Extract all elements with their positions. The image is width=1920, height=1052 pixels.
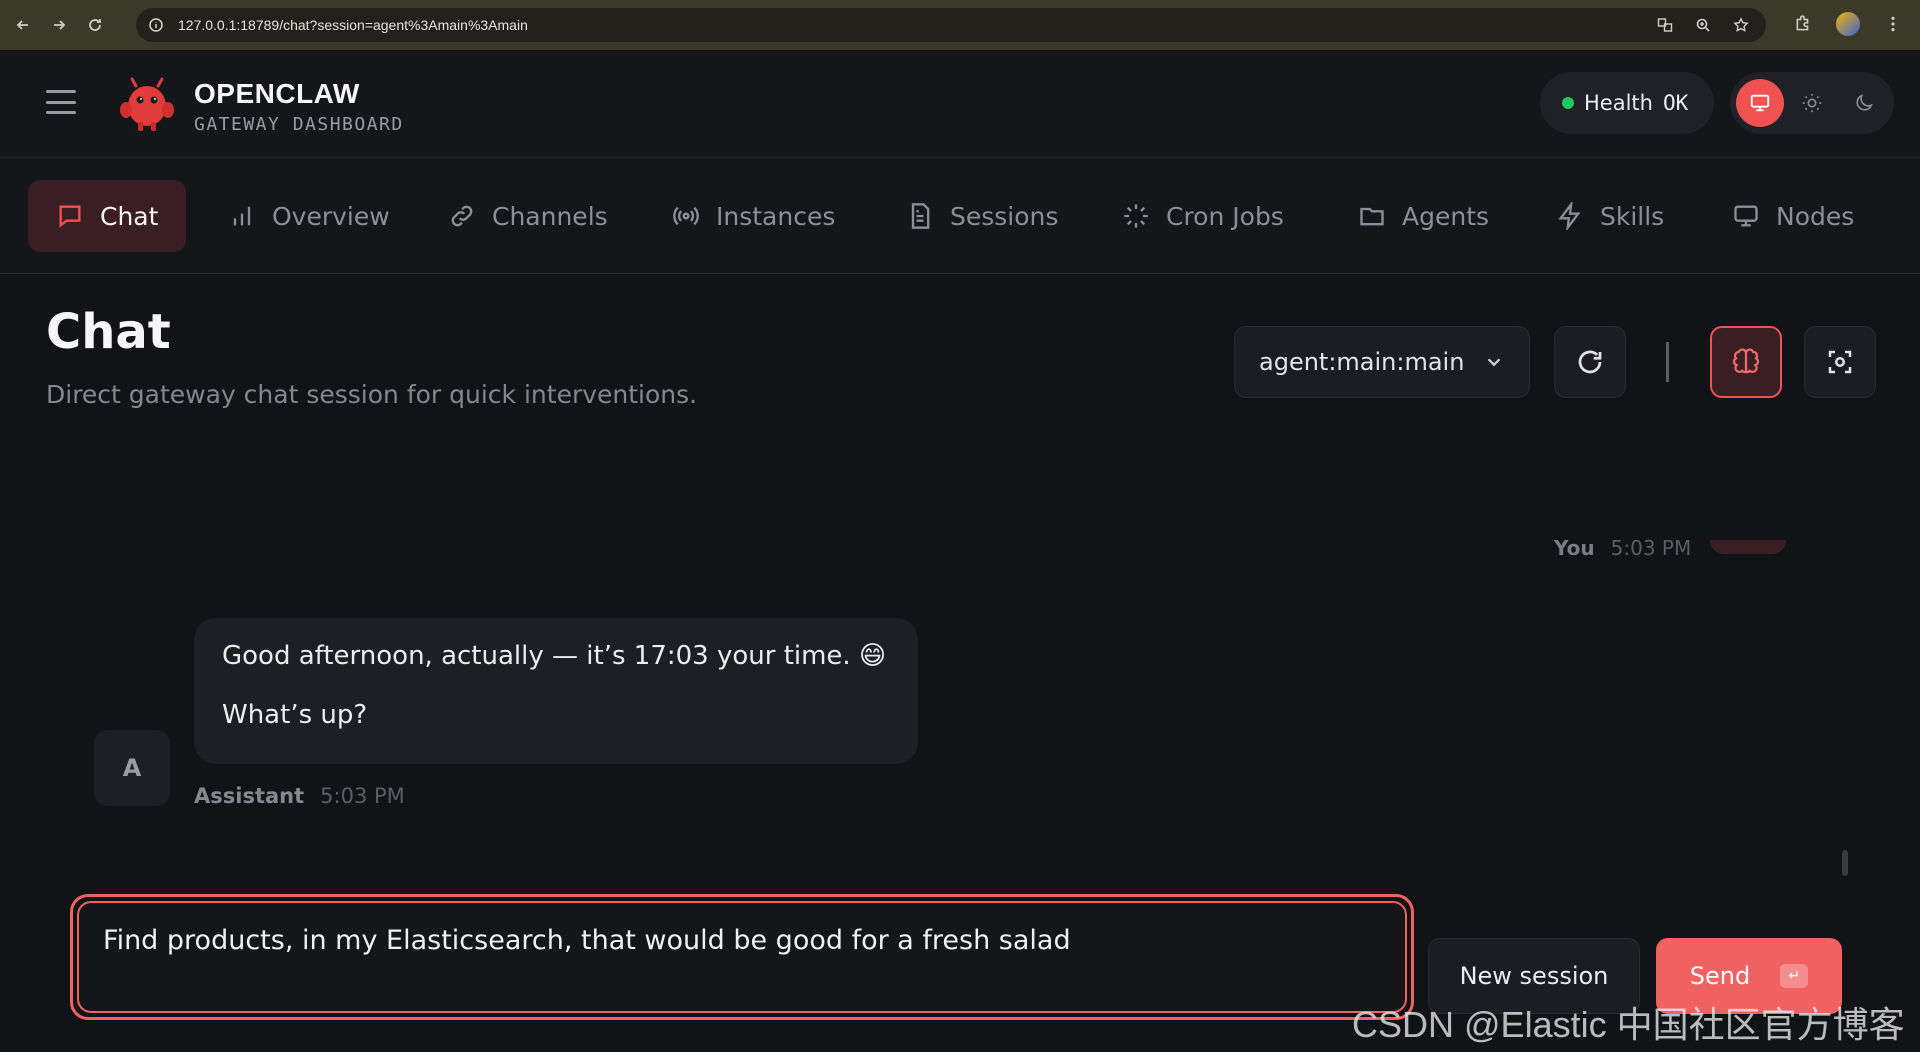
folder-icon (1360, 207, 1384, 226)
page-subtitle: Direct gateway chat session for quick in… (46, 380, 698, 409)
tab-instances[interactable]: Instances (644, 180, 863, 252)
composer-focus-ring: Find products, in my Elasticsearch, that… (70, 894, 1414, 1020)
monitor-theme-icon[interactable] (1736, 79, 1784, 127)
zoom-icon[interactable] (1692, 14, 1714, 36)
address-bar[interactable]: 127.0.0.1:18789/chat?session=agent%3Amai… (136, 8, 1766, 42)
tab-label: Overview (272, 201, 390, 231)
tab-label: Skills (1600, 201, 1665, 231)
message-input[interactable]: Find products, in my Elasticsearch, that… (77, 901, 1407, 1013)
assistant-message-line: What’s up? (222, 699, 368, 730)
site-info-icon[interactable] (146, 15, 166, 35)
user-time: 5:03 PM (1610, 536, 1692, 560)
monitor-icon (1734, 205, 1758, 227)
tab-label: Instances (716, 201, 836, 231)
menu-icon[interactable] (46, 90, 76, 114)
assistant-message-line: Good afternoon, actually — it’s 17:03 yo… (222, 641, 887, 671)
health-dot-icon (1562, 97, 1574, 109)
document-icon (911, 203, 930, 229)
tab-sessions[interactable]: Sessions (878, 180, 1086, 252)
bookmark-star-icon[interactable] (1730, 14, 1752, 36)
tab-label: Agents (1402, 201, 1490, 231)
tab-label: Cron Jobs (1166, 201, 1284, 231)
assistant-message-meta: Assistant 5:03 PM (194, 784, 405, 808)
more-menu-icon[interactable] (1880, 11, 1906, 37)
chat-bubble-icon (59, 205, 81, 228)
user-message-meta: You 5:03 PM (1554, 536, 1691, 560)
url-text[interactable]: 127.0.0.1:18789/chat?session=agent%3Amai… (178, 17, 528, 33)
tab-agents[interactable]: Agents (1330, 180, 1517, 252)
focus-mode-button[interactable] (1804, 326, 1876, 398)
back-icon[interactable] (10, 12, 36, 38)
tab-channels[interactable]: Channels (420, 180, 636, 252)
tab-cron-jobs[interactable]: Cron Jobs (1094, 180, 1312, 252)
refresh-button[interactable] (1554, 326, 1626, 398)
broadcast-icon (673, 206, 699, 226)
assistant-avatar: A (94, 730, 170, 806)
tab-label: Sessions (950, 201, 1059, 231)
enter-key-icon: ↵ (1780, 964, 1809, 988)
session-select-value: agent:main:main (1259, 348, 1465, 376)
focus-icon (1828, 350, 1852, 374)
assistant-time: 5:03 PM (320, 784, 405, 808)
session-select[interactable]: agent:main:main (1234, 326, 1530, 398)
brain-icon (1732, 348, 1760, 374)
loader-icon (1124, 204, 1148, 228)
translate-icon[interactable] (1654, 14, 1676, 36)
link-icon (451, 205, 473, 227)
assistant-message-bubble: Good afternoon, actually — it’s 17:03 yo… (194, 618, 918, 764)
forward-icon[interactable] (46, 12, 72, 38)
tab-nodes[interactable]: Nodes (1704, 180, 1882, 252)
tab-overview[interactable]: Overview (200, 180, 418, 252)
watermark: CSDN @Elastic 中国社区官方博客 (1352, 1004, 1905, 1045)
tab-label: Chat (100, 201, 159, 231)
profile-avatar-icon[interactable] (1836, 12, 1860, 36)
browser-toolbar: 127.0.0.1:18789/chat?session=agent%3Amai… (0, 0, 1920, 50)
lightning-icon (1558, 202, 1581, 230)
health-label: Health (1584, 91, 1653, 115)
tab-chat[interactable]: Chat (28, 180, 187, 252)
reload-icon[interactable] (82, 12, 108, 38)
health-value: OK (1662, 91, 1689, 115)
send-label: Send (1689, 962, 1751, 990)
app-header: OPENCLAW GATEWAY DASHBOARD Health OK (0, 50, 1920, 158)
tab-skills[interactable]: Skills (1528, 180, 1692, 252)
bar-chart-icon (233, 206, 251, 226)
chat-scrollbar[interactable] (1842, 850, 1848, 876)
user-message-bubble (1710, 540, 1786, 554)
health-status-badge: Health OK (1540, 72, 1714, 134)
tab-label: Channels (492, 201, 608, 231)
assistant-name: Assistant (194, 784, 305, 808)
user-name: You (1554, 536, 1595, 560)
page-title: Chat (46, 304, 171, 360)
brand-name: OPENCLAW (194, 78, 360, 109)
moon-icon[interactable] (1840, 79, 1888, 127)
thinking-toggle-button[interactable] (1710, 326, 1782, 398)
brand-subtitle: GATEWAY DASHBOARD (194, 114, 404, 135)
openclaw-logo-icon (120, 77, 174, 131)
sun-icon[interactable] (1788, 79, 1836, 127)
chevron-down-icon (1487, 358, 1501, 367)
extensions-icon[interactable] (1790, 11, 1816, 37)
refresh-icon (1578, 350, 1602, 374)
toolbar-divider (1666, 342, 1669, 382)
main-nav-tabs: Chat Overview Channels Instances Session… (0, 158, 1920, 274)
theme-switcher (1730, 72, 1894, 134)
tab-label: Nodes (1776, 201, 1855, 231)
